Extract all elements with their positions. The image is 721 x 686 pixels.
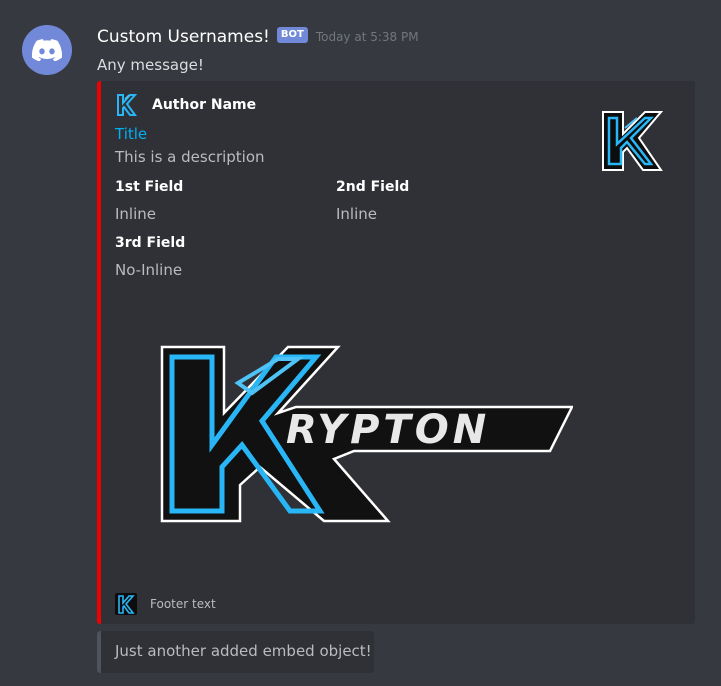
embed-footer-text: Footer text [150,597,216,611]
embed: Author Name Title This is a description … [97,81,695,624]
embed-field-value: No-Inline [115,261,183,279]
embed-field-name: 2nd Field [336,179,410,195]
username[interactable]: Custom Usernames! [97,27,270,47]
embed-title[interactable]: Title [115,125,147,143]
bot-badge: BOT [276,27,308,43]
embed-footer: Footer text [115,593,216,615]
embed-color-bar [97,631,101,673]
embed-description: This is a description [115,148,265,166]
avatar[interactable] [22,25,72,75]
message-content: Any message! [97,56,204,74]
embed-image[interactable]: RYPTON [158,343,573,525]
embed-field-value: Inline [115,205,157,223]
embed-description: Just another added embed object! [115,642,372,660]
embed-color-bar [97,81,101,624]
embed-author-name[interactable]: Author Name [152,97,256,113]
embed-field-name: 3rd Field [115,235,186,251]
krypton-logo-icon [117,94,138,116]
message-header: Custom Usernames! BOT Today at 5:38 PM [97,27,419,47]
embed-field-value: Inline [336,205,378,223]
discord-logo-icon [32,39,62,61]
embed-thumbnail[interactable] [599,108,665,174]
embed-field-name: 1st Field [115,179,184,195]
embed-secondary: Just another added embed object! [97,631,374,673]
embed-author: Author Name [115,93,256,117]
krypton-logo-icon [115,593,137,615]
embed-image-text: RYPTON [286,407,490,453]
timestamp[interactable]: Today at 5:38 PM [316,30,419,44]
